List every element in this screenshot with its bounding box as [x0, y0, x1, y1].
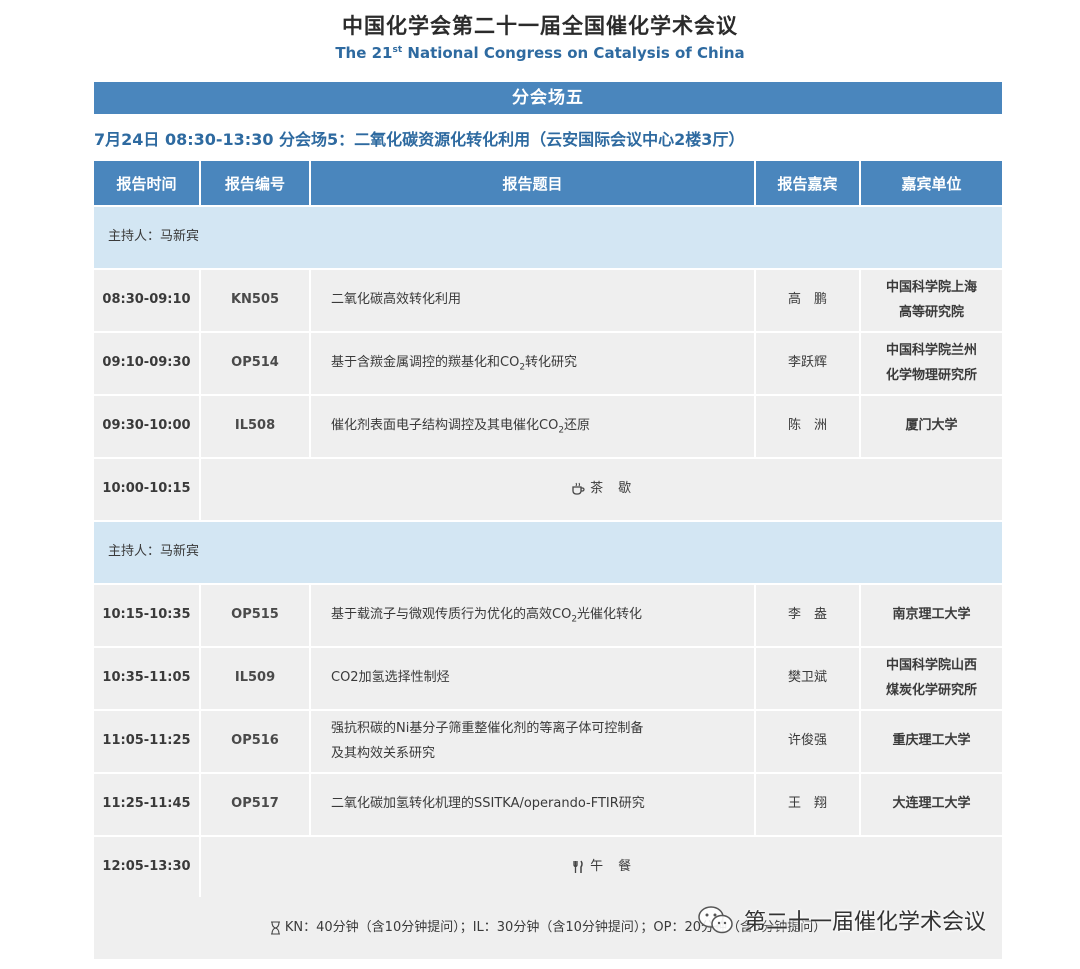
page-title-cn: 中国化学会第二十一届全国催化学术会议	[342, 14, 738, 38]
table-header-row: 报告时间 报告编号 报告题目 报告嘉宾 嘉宾单位	[94, 161, 1002, 206]
topic-text: 转化研究	[525, 354, 578, 370]
chair-label: 主持人：马新宾	[94, 520, 1002, 584]
row-affiliation: 大连理工大学	[860, 772, 1002, 836]
chair-row: 主持人：马新宾	[94, 205, 1002, 269]
row-affiliation: 中国科学院上海 高等研究院	[860, 268, 1002, 332]
row-topic: 二氧化碳高效转化利用	[310, 268, 756, 332]
schedule-table: 报告时间 报告编号 报告题目 报告嘉宾 嘉宾单位 主持人：马新宾 08:30-0…	[94, 161, 1002, 898]
topic-text: 基于载流子与微观传质行为优化的高效CO	[331, 606, 572, 622]
row-time: 12:05-13:30	[94, 835, 201, 898]
title-en-suffix: National Congress on Catalysis of China	[402, 44, 745, 62]
row-topic: 催化剂表面电子结构调控及其电催化CO2还原	[310, 394, 756, 458]
row-time: 10:35-11:05	[94, 646, 201, 710]
chair-label: 主持人：马新宾	[94, 205, 1002, 269]
tea-break-row: 10:00-10:15 茶 歇	[94, 457, 1002, 521]
wechat-watermark: 第二十一届催化学术会议	[696, 900, 986, 940]
page-title-en: The 21st National Congress on Catalysis …	[0, 44, 1080, 62]
row-code: OP515	[200, 583, 311, 647]
row-affiliation: 中国科学院兰州 化学物理研究所	[860, 331, 1002, 395]
table-row: 10:35-11:05 IL509 CO2加氢选择性制烃 樊卫斌 中国科学院山西…	[94, 646, 1002, 710]
affiliation-line-1: 中国科学院兰州	[885, 342, 977, 358]
row-code: OP517	[200, 772, 311, 836]
table-row: 08:30-09:10 KN505 二氧化碳高效转化利用 高 鹏 中国科学院上海…	[94, 268, 1002, 332]
coffee-cup-icon	[572, 482, 585, 495]
session-info: 7月24日 08:30-13:30 分会场5：二氧化碳资源化转化利用（云安国际会…	[94, 130, 745, 149]
hourglass-icon	[270, 920, 280, 935]
lunch-label: 午 餐	[590, 859, 633, 875]
topic-text: 基于含羰金属调控的羰基化和CO	[331, 354, 520, 370]
affiliation-line-1: 中国科学院上海	[885, 279, 977, 295]
row-code: IL508	[200, 394, 311, 458]
lunch-cell: 午 餐	[200, 835, 1002, 898]
title-en-sup: st	[392, 45, 403, 55]
row-code: OP516	[200, 709, 311, 773]
table-row: 09:10-09:30 OP514 基于含羰金属调控的羰基化和CO2转化研究 李…	[94, 331, 1002, 395]
row-time: 09:10-09:30	[94, 331, 201, 395]
fork-knife-icon	[573, 860, 583, 873]
row-speaker: 李 盎	[755, 583, 861, 647]
topic-text: 还原	[564, 417, 591, 433]
row-topic: 强抗积碳的Ni基分子筛重整催化剂的等离子体可控制备 及其构效关系研究	[310, 709, 756, 773]
topic-text: 光催化转化	[577, 606, 643, 622]
row-speaker: 李跃辉	[755, 331, 861, 395]
affiliation-line-2: 高等研究院	[898, 304, 964, 320]
row-time: 11:25-11:45	[94, 772, 201, 836]
header-affiliation: 嘉宾单位	[860, 161, 1002, 206]
row-time: 11:05-11:25	[94, 709, 201, 773]
row-code: IL509	[200, 646, 311, 710]
row-speaker: 陈 洲	[755, 394, 861, 458]
affiliation-line-2: 煤炭化学研究所	[885, 682, 977, 698]
lunch-row: 12:05-13:30 午 餐	[94, 835, 1002, 898]
row-affiliation: 重庆理工大学	[860, 709, 1002, 773]
topic-line-2: 及其构效关系研究	[331, 745, 436, 761]
chair-row: 主持人：马新宾	[94, 520, 1002, 584]
tea-break-cell: 茶 歇	[200, 457, 1002, 521]
row-affiliation: 中国科学院山西 煤炭化学研究所	[860, 646, 1002, 710]
wechat-icon	[698, 906, 733, 934]
table-row: 09:30-10:00 IL508 催化剂表面电子结构调控及其电催化CO2还原 …	[94, 394, 1002, 458]
header-code: 报告编号	[200, 161, 311, 206]
row-affiliation: 厦门大学	[860, 394, 1002, 458]
row-speaker: 樊卫斌	[755, 646, 861, 710]
watermark-text: 第二十一届催化学术会议	[744, 910, 987, 935]
tea-break-label: 茶 歇	[590, 481, 633, 497]
row-time: 10:15-10:35	[94, 583, 201, 647]
row-affiliation: 南京理工大学	[860, 583, 1002, 647]
row-topic: CO2加氢选择性制烃	[310, 646, 756, 710]
table-row: 11:25-11:45 OP517 二氧化碳加氢转化机理的SSITKA/oper…	[94, 772, 1002, 836]
affiliation-line-1: 中国科学院山西	[885, 657, 977, 673]
session-name-bar: 分会场五	[94, 82, 1002, 114]
topic-text: 催化剂表面电子结构调控及其电催化CO	[331, 417, 559, 433]
row-code: KN505	[200, 268, 311, 332]
row-speaker: 高 鹏	[755, 268, 861, 332]
title-en-prefix: The 21	[335, 44, 393, 62]
row-topic: 二氧化碳加氢转化机理的SSITKA/operando-FTIR研究	[310, 772, 756, 836]
header-speaker: 报告嘉宾	[755, 161, 861, 206]
row-topic: 基于载流子与微观传质行为优化的高效CO2光催化转化	[310, 583, 756, 647]
row-topic: 基于含羰金属调控的羰基化和CO2转化研究	[310, 331, 756, 395]
row-time: 09:30-10:00	[94, 394, 201, 458]
header-topic: 报告题目	[310, 161, 756, 206]
row-time: 08:30-09:10	[94, 268, 201, 332]
row-speaker: 王 翔	[755, 772, 861, 836]
table-row: 10:15-10:35 OP515 基于载流子与微观传质行为优化的高效CO2光催…	[94, 583, 1002, 647]
topic-line-1: 强抗积碳的Ni基分子筛重整催化剂的等离子体可控制备	[331, 720, 644, 736]
table-row: 11:05-11:25 OP516 强抗积碳的Ni基分子筛重整催化剂的等离子体可…	[94, 709, 1002, 773]
row-code: OP514	[200, 331, 311, 395]
row-speaker: 许俊强	[755, 709, 861, 773]
header-time: 报告时间	[94, 161, 201, 206]
row-time: 10:00-10:15	[94, 457, 201, 521]
affiliation-line-2: 化学物理研究所	[885, 367, 977, 383]
